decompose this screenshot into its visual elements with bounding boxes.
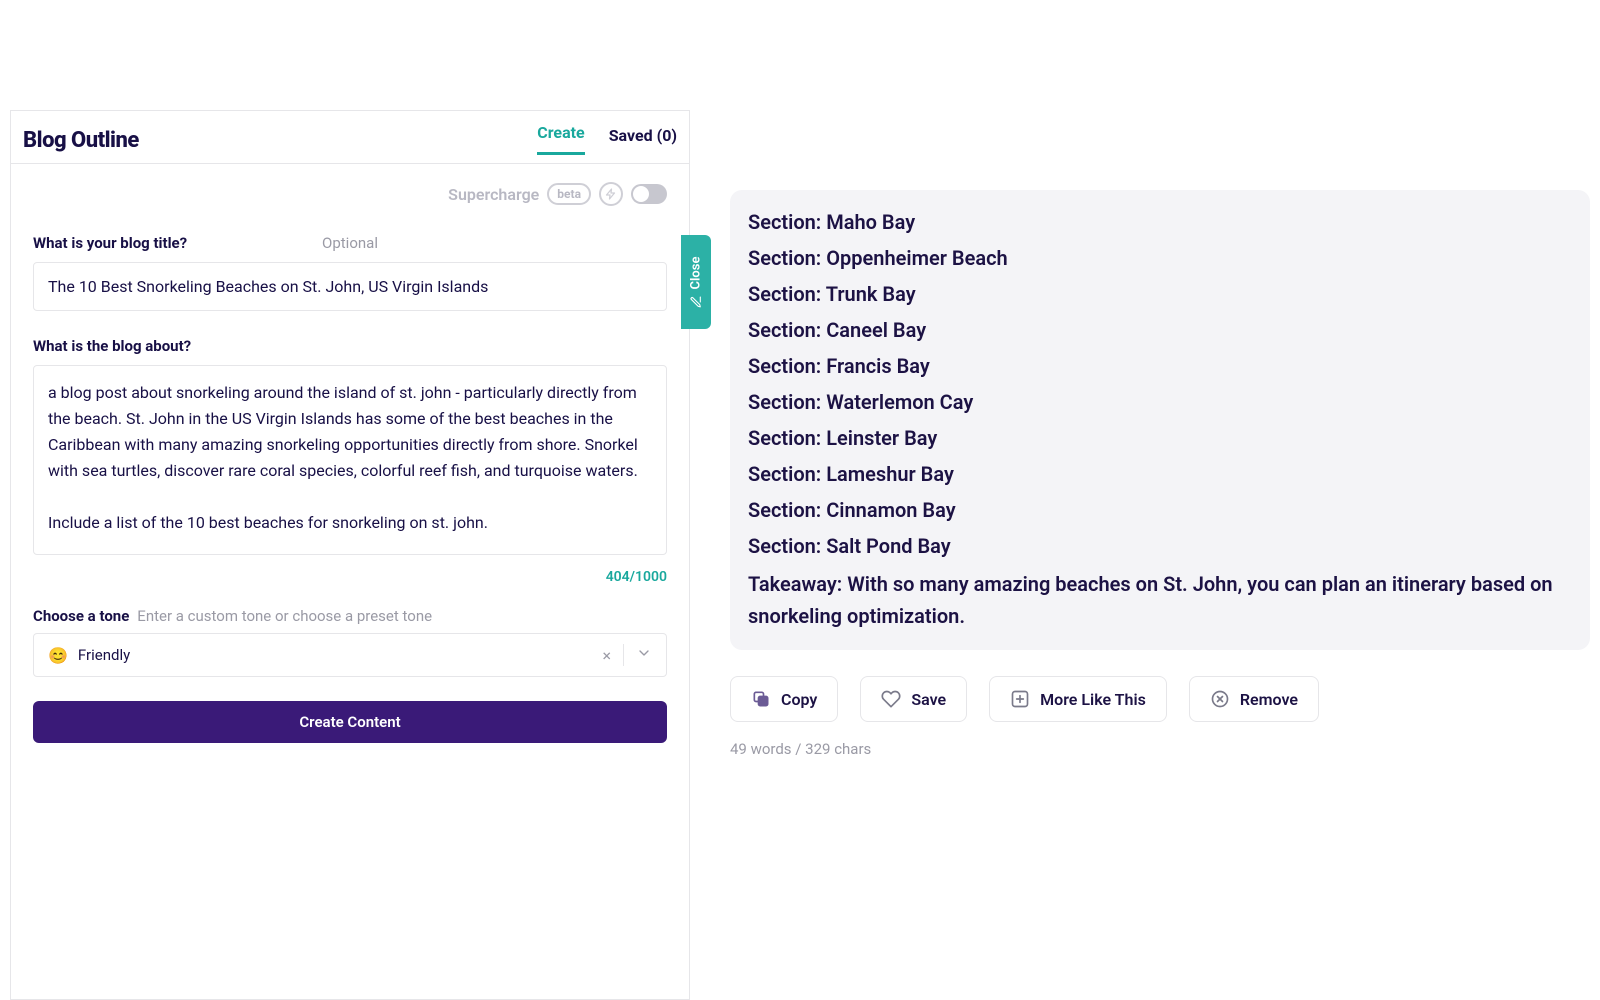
save-button[interactable]: Save xyxy=(860,676,967,722)
title-label: What is your blog title? xyxy=(33,234,187,252)
tone-hint: Enter a custom tone or choose a preset t… xyxy=(137,607,432,625)
plus-square-icon xyxy=(1010,689,1030,709)
outline-section: Section: Leinster Bay xyxy=(748,422,1572,454)
cta-wrap: Create Content xyxy=(11,689,689,761)
form-section: What is your blog title? Optional What i… xyxy=(11,234,689,585)
tab-create[interactable]: Create xyxy=(537,123,584,155)
outline-section: Section: Maho Bay xyxy=(748,206,1572,238)
outline-section: Section: Lameshur Bay xyxy=(748,458,1572,490)
outline-section: Section: Salt Pond Bay xyxy=(748,530,1572,562)
tone-value-wrap: 😊 Friendly xyxy=(48,646,130,665)
tone-emoji: 😊 xyxy=(48,646,68,665)
tone-select[interactable]: 😊 Friendly × xyxy=(33,633,667,677)
outline-section: Section: Waterlemon Cay xyxy=(748,386,1572,418)
supercharge-label: Supercharge xyxy=(448,185,539,204)
save-label: Save xyxy=(911,690,946,709)
about-label: What is the blog about? xyxy=(33,337,191,355)
char-count: 404/1000 xyxy=(33,559,667,585)
bolt-icon xyxy=(599,182,623,206)
select-controls: × xyxy=(602,644,652,666)
tabs: Create Saved (0) xyxy=(537,123,677,157)
about-label-row: What is the blog about? xyxy=(33,337,667,355)
page-title: Blog Outline xyxy=(23,128,139,153)
title-label-row: What is your blog title? Optional xyxy=(33,234,667,252)
optional-label: Optional xyxy=(322,234,378,252)
outline-section: Section: Oppenheimer Beach xyxy=(748,242,1572,274)
tab-saved[interactable]: Saved (0) xyxy=(609,126,677,155)
tone-label: Choose a tone xyxy=(33,607,129,625)
actions-row: Copy Save More Like This Remove xyxy=(730,676,1590,722)
output-meta: 49 words / 329 chars xyxy=(730,740,1590,758)
outline-section: Section: Cinnamon Bay xyxy=(748,494,1572,526)
heart-icon xyxy=(881,689,901,709)
blog-title-input[interactable] xyxy=(33,262,667,311)
more-label: More Like This xyxy=(1040,690,1146,709)
outline-takeaway: Takeaway: With so many amazing beaches o… xyxy=(748,568,1572,632)
remove-label: Remove xyxy=(1240,690,1298,709)
separator xyxy=(623,644,624,666)
clear-icon[interactable]: × xyxy=(602,646,611,665)
output-card: Section: Maho Bay Section: Oppenheimer B… xyxy=(730,190,1590,650)
beta-pill: beta xyxy=(547,183,591,205)
remove-button[interactable]: Remove xyxy=(1189,676,1319,722)
copy-icon xyxy=(751,689,771,709)
tone-block: Choose a tone Enter a custom tone or cho… xyxy=(11,607,689,689)
outline-lines: Section: Maho Bay Section: Oppenheimer B… xyxy=(748,206,1572,632)
create-content-button[interactable]: Create Content xyxy=(33,701,667,743)
copy-button[interactable]: Copy xyxy=(730,676,838,722)
chevron-down-icon[interactable] xyxy=(636,645,652,665)
x-circle-icon xyxy=(1210,689,1230,709)
tone-label-row: Choose a tone Enter a custom tone or cho… xyxy=(33,607,667,625)
outline-section: Section: Trunk Bay xyxy=(748,278,1572,310)
outline-section: Section: Francis Bay xyxy=(748,350,1572,382)
outline-section: Section: Caneel Bay xyxy=(748,314,1572,346)
supercharge-row: Supercharge beta xyxy=(11,164,689,218)
more-like-this-button[interactable]: More Like This xyxy=(989,676,1167,722)
tone-text: Friendly xyxy=(78,646,130,664)
copy-label: Copy xyxy=(781,690,817,709)
right-panel: Section: Maho Bay Section: Oppenheimer B… xyxy=(690,0,1600,1000)
blog-about-textarea[interactable] xyxy=(33,365,667,555)
close-label: Close xyxy=(689,256,704,289)
pencil-icon xyxy=(690,295,703,308)
header-row: Blog Outline Create Saved (0) xyxy=(11,111,689,164)
close-button[interactable]: Close xyxy=(681,235,711,329)
left-panel: Blog Outline Create Saved (0) Supercharg… xyxy=(10,110,690,1000)
supercharge-toggle[interactable] xyxy=(631,184,667,204)
